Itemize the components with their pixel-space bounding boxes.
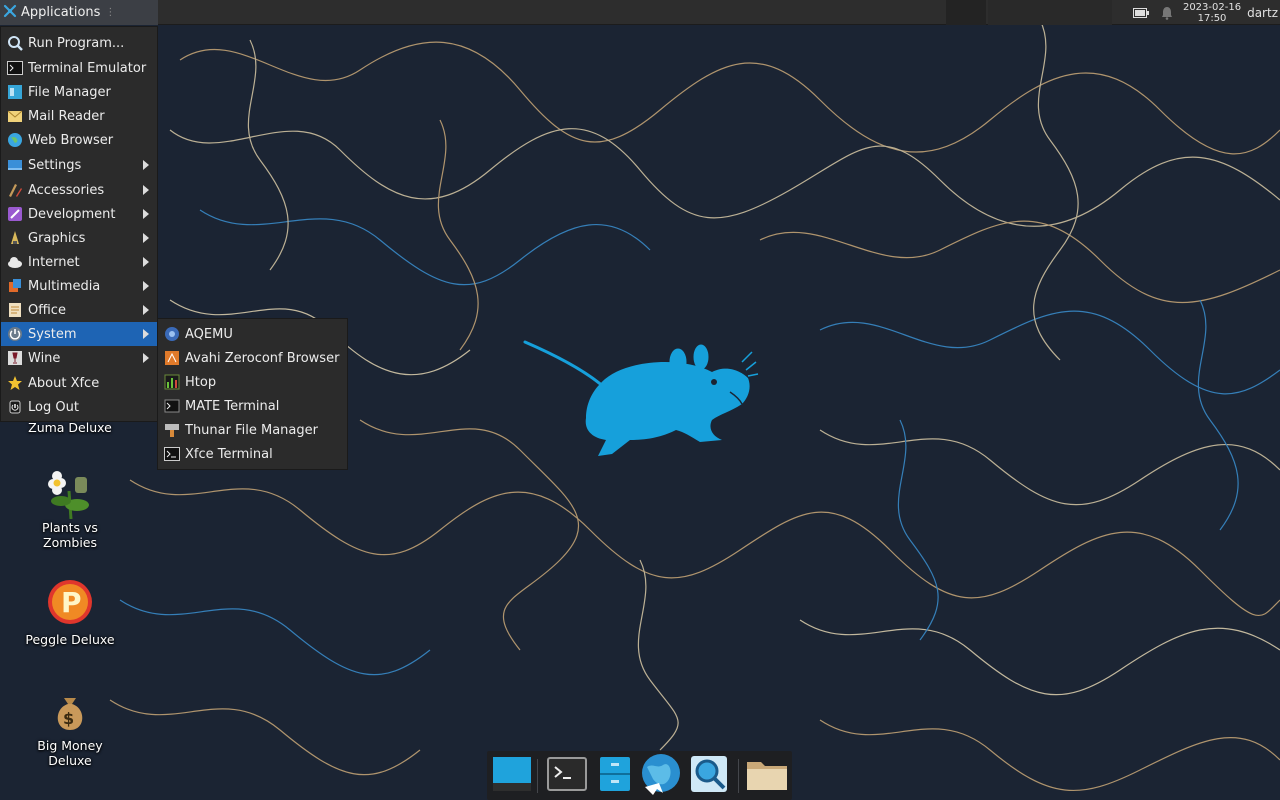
- submenu-item-thunar[interactable]: Thunar File Manager: [158, 418, 347, 442]
- dock-web-browser[interactable]: [639, 753, 683, 799]
- submenu-arrow-icon: [143, 209, 149, 219]
- system-tray: 2023-02-16 17:50 dartz: [1131, 0, 1280, 25]
- folder-icon: [745, 756, 789, 796]
- dock-search[interactable]: [687, 755, 731, 797]
- search-icon: [689, 754, 729, 798]
- desktop-icon-peggle[interactable]: P Peggle Deluxe: [15, 578, 125, 647]
- menu-item-run-program[interactable]: Run Program...: [1, 31, 157, 55]
- submenu-arrow-icon: [143, 185, 149, 195]
- mate-terminal-icon: [164, 398, 180, 414]
- big-money-icon: $: [46, 688, 94, 736]
- desktop-icon-label: Plants vs Zombies: [42, 520, 98, 550]
- desktop-icon-big-money[interactable]: $ Big Money Deluxe: [15, 688, 125, 768]
- menu-item-file-manager[interactable]: File Manager: [1, 80, 157, 104]
- menu-item-settings[interactable]: Settings: [1, 153, 157, 177]
- top-panel: Applications ⋮ 2023-02-16 17:50 dartz: [0, 0, 1280, 25]
- submenu-item-aqemu[interactable]: AQEMU: [158, 322, 347, 346]
- submenu-item-avahi[interactable]: Avahi Zeroconf Browser: [158, 346, 347, 370]
- submenu-arrow-icon: [143, 305, 149, 315]
- menu-item-wine[interactable]: Wine: [1, 346, 157, 370]
- dock-separator: [738, 759, 739, 793]
- xfce-terminal-icon: [164, 446, 180, 462]
- graphics-icon: [7, 230, 23, 246]
- terminal-icon: [7, 60, 23, 76]
- applications-label: Applications: [21, 5, 101, 20]
- desktop-icon-label: Big Money Deluxe: [37, 738, 103, 768]
- files-icon: [598, 755, 632, 797]
- clock-time: 17:50: [1197, 12, 1227, 24]
- notifications-bell-icon[interactable]: [1157, 0, 1177, 25]
- plants-vs-zombies-icon: [46, 470, 94, 519]
- desktop-icon-label: Zuma Deluxe: [28, 420, 112, 435]
- run-program-icon: [7, 35, 23, 51]
- menu-item-multimedia[interactable]: Multimedia: [1, 274, 157, 298]
- submenu-arrow-icon: [143, 353, 149, 363]
- submenu-arrow-icon: [143, 233, 149, 243]
- peggle-icon: P: [46, 578, 94, 626]
- multimedia-icon: [7, 278, 23, 294]
- clock-date: 2023-02-16: [1182, 1, 1242, 13]
- workspace-1[interactable]: [946, 0, 986, 25]
- menu-item-office[interactable]: Office: [1, 298, 157, 322]
- svg-text:P: P: [61, 586, 82, 619]
- submenu-arrow-icon: [143, 329, 149, 339]
- web-browser-icon: [639, 753, 683, 799]
- desktop-icon-zuma[interactable]: Zuma Deluxe: [15, 420, 125, 435]
- accessories-icon: [7, 182, 23, 198]
- menu-item-log-out[interactable]: Log Out: [1, 395, 157, 419]
- aqemu-icon: [164, 326, 180, 342]
- dock-files[interactable]: [593, 755, 637, 797]
- terminal-icon: [547, 756, 587, 796]
- file-manager-icon: [7, 84, 23, 100]
- logout-icon: [7, 399, 23, 415]
- battery-icon[interactable]: [1131, 0, 1151, 25]
- submenu-arrow-icon: [143, 281, 149, 291]
- menu-item-about-xfce[interactable]: About Xfce: [1, 371, 157, 395]
- clock[interactable]: 2023-02-16 17:50: [1183, 2, 1241, 24]
- mail-icon: [7, 108, 23, 124]
- menu-item-web-browser[interactable]: Web Browser: [1, 128, 157, 152]
- panel-handle-icon: ⋮: [105, 7, 116, 18]
- workspace-2[interactable]: [988, 0, 1112, 25]
- menu-item-mail-reader[interactable]: Mail Reader: [1, 104, 157, 128]
- star-icon: [7, 375, 23, 391]
- user-menu[interactable]: dartz: [1247, 6, 1280, 20]
- dock-folder[interactable]: [745, 755, 789, 797]
- development-icon: [7, 206, 23, 222]
- settings-icon: [7, 157, 23, 173]
- wine-icon: [7, 350, 23, 366]
- menu-item-development[interactable]: Development: [1, 202, 157, 226]
- svg-text:$: $: [63, 709, 74, 728]
- avahi-icon: [164, 350, 180, 366]
- thunar-icon: [164, 422, 180, 438]
- menu-item-accessories[interactable]: Accessories: [1, 178, 157, 202]
- applications-menu: Run Program... Terminal Emulator File Ma…: [0, 26, 158, 422]
- submenu-item-xfce-terminal[interactable]: Xfce Terminal: [158, 442, 347, 466]
- power-icon: [7, 326, 23, 342]
- dock-show-desktop[interactable]: [490, 755, 534, 797]
- desktop-icon-plants-vs-zombies[interactable]: Plants vs Zombies: [15, 470, 125, 550]
- menu-item-terminal-emulator[interactable]: Terminal Emulator: [1, 56, 157, 80]
- submenu-arrow-icon: [143, 160, 149, 170]
- htop-icon: [164, 374, 180, 390]
- system-submenu: AQEMU Avahi Zeroconf Browser Htop MATE T…: [157, 318, 348, 470]
- submenu-arrow-icon: [143, 257, 149, 267]
- menu-item-graphics[interactable]: Graphics: [1, 226, 157, 250]
- xfce-logo-icon: [3, 4, 17, 22]
- submenu-item-mate-terminal[interactable]: MATE Terminal: [158, 394, 347, 418]
- applications-menu-button[interactable]: Applications ⋮: [0, 0, 158, 25]
- menu-item-internet[interactable]: Internet: [1, 250, 157, 274]
- globe-icon: [7, 132, 23, 148]
- cloud-icon: [7, 254, 23, 270]
- submenu-item-htop[interactable]: Htop: [158, 370, 347, 394]
- office-icon: [7, 302, 23, 318]
- dock: [487, 751, 792, 800]
- show-desktop-icon: [491, 755, 533, 797]
- menu-item-system[interactable]: System: [1, 322, 157, 346]
- dock-separator: [537, 759, 538, 793]
- dock-terminal[interactable]: [545, 755, 589, 797]
- desktop-icon-label: Peggle Deluxe: [25, 632, 115, 647]
